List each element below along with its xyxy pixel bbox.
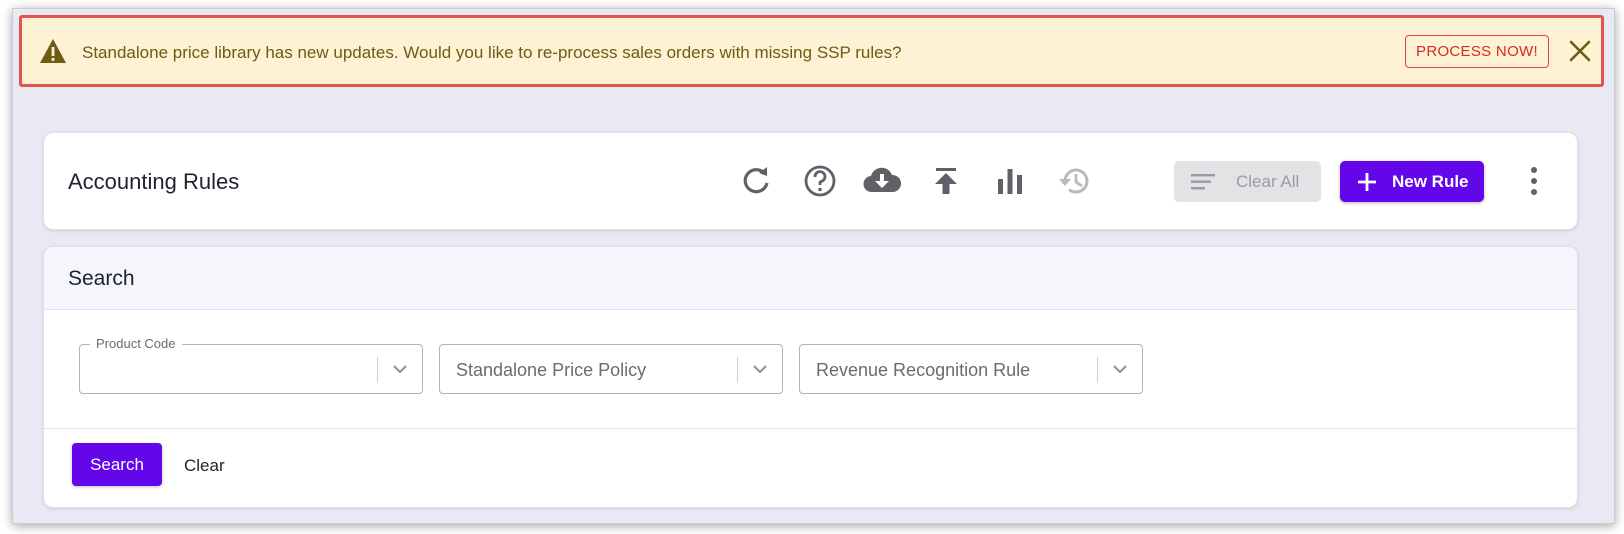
page-header: Accounting Rules Clear All New Rule <box>43 132 1578 230</box>
more-options-icon[interactable] <box>1530 166 1538 196</box>
product-code-field[interactable]: Product Code <box>79 336 423 394</box>
process-now-button[interactable]: PROCESS NOW! <box>1405 35 1549 68</box>
chevron-down-icon[interactable] <box>391 362 409 376</box>
field-divider <box>377 357 378 383</box>
clear-all-label: Clear All <box>1236 172 1300 191</box>
refresh-icon[interactable] <box>738 163 774 199</box>
chevron-down-icon[interactable] <box>751 362 769 376</box>
app-window: Standalone price library has new updates… <box>12 8 1615 524</box>
new-rule-button[interactable]: New Rule <box>1340 161 1484 202</box>
revenue-recognition-rule-select[interactable]: Revenue Recognition Rule <box>799 344 1143 394</box>
field-divider <box>1097 357 1098 383</box>
search-panel: Search Product Code Standalone Price Pol… <box>43 246 1578 508</box>
clear-all-icon <box>1191 174 1215 190</box>
search-title: Search <box>68 267 135 290</box>
warning-icon <box>40 39 66 63</box>
history-icon[interactable] <box>1056 163 1092 199</box>
product-code-label: Product Code <box>90 336 182 351</box>
field-divider <box>737 357 738 383</box>
upload-icon[interactable] <box>928 163 964 199</box>
page-title: Accounting Rules <box>68 169 240 194</box>
update-banner: Standalone price library has new updates… <box>19 15 1604 87</box>
search-actions: Search Clear <box>44 428 1577 507</box>
standalone-price-policy-select[interactable]: Standalone Price Policy <box>439 344 783 394</box>
clear-all-button[interactable]: Clear All <box>1174 161 1321 202</box>
cloud-download-icon[interactable] <box>862 163 902 199</box>
clear-button[interactable]: Clear <box>184 456 225 476</box>
standalone-price-policy-placeholder: Standalone Price Policy <box>456 360 647 380</box>
plus-icon <box>1358 173 1376 191</box>
help-icon[interactable] <box>802 163 838 199</box>
search-header: Search <box>44 247 1577 310</box>
search-button[interactable]: Search <box>72 443 162 486</box>
revenue-recognition-rule-placeholder: Revenue Recognition Rule <box>816 360 1031 380</box>
banner-message: Standalone price library has new updates… <box>82 43 902 62</box>
bar-chart-icon[interactable] <box>992 163 1028 199</box>
chevron-down-icon[interactable] <box>1111 362 1129 376</box>
new-rule-label: New Rule <box>1392 172 1469 191</box>
close-icon[interactable] <box>1567 38 1593 64</box>
